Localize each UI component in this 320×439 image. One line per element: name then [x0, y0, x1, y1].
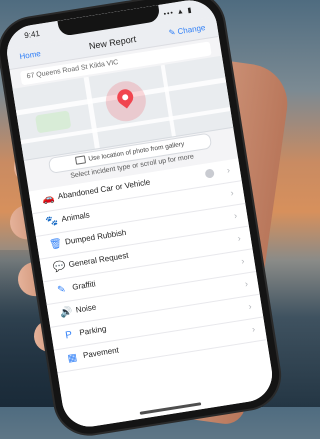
signal-battery-icons: ••• ▲ ▮	[163, 6, 193, 19]
chevron-right-icon: ›	[240, 255, 246, 267]
map-road	[160, 64, 176, 137]
paw-icon: 🐾	[45, 215, 60, 229]
photo-icon	[75, 155, 87, 166]
chevron-right-icon: ›	[244, 278, 249, 289]
status-time: 9:41	[23, 28, 41, 41]
list-item-label: Parking	[78, 324, 107, 338]
pavement-icon: ▦	[66, 352, 78, 365]
chevron-right-icon: ›	[229, 187, 235, 198]
list-item-label: Animals	[60, 210, 91, 224]
list-item-label: Noise	[75, 302, 97, 315]
map-park-area	[34, 110, 72, 134]
list-item-label: Graffiti	[71, 279, 97, 292]
parking-icon: P	[64, 329, 73, 342]
chevron-right-icon: ›	[236, 233, 242, 244]
info-icon[interactable]	[204, 168, 215, 179]
chevron-right-icon: ›	[247, 301, 253, 312]
chevron-right-icon: ›	[251, 323, 256, 335]
incident-type-list: 🚗 Abandoned Car or Vehicle › 🐾 Animals ›…	[28, 158, 277, 431]
chevron-right-icon: ›	[226, 164, 231, 176]
spray-icon: ✎	[56, 284, 67, 297]
list-item-label: Dumped Rubbish	[64, 227, 127, 247]
speaker-icon: 🔊	[59, 306, 74, 320]
trash-icon: 🗑	[48, 238, 63, 251]
list-item-label: Pavement	[82, 345, 120, 361]
map-road	[83, 76, 100, 149]
chevron-right-icon: ›	[233, 210, 238, 221]
car-icon: 🚗	[41, 192, 56, 206]
list-item-label: General Request	[68, 250, 130, 270]
chat-icon: 💬	[52, 260, 67, 274]
